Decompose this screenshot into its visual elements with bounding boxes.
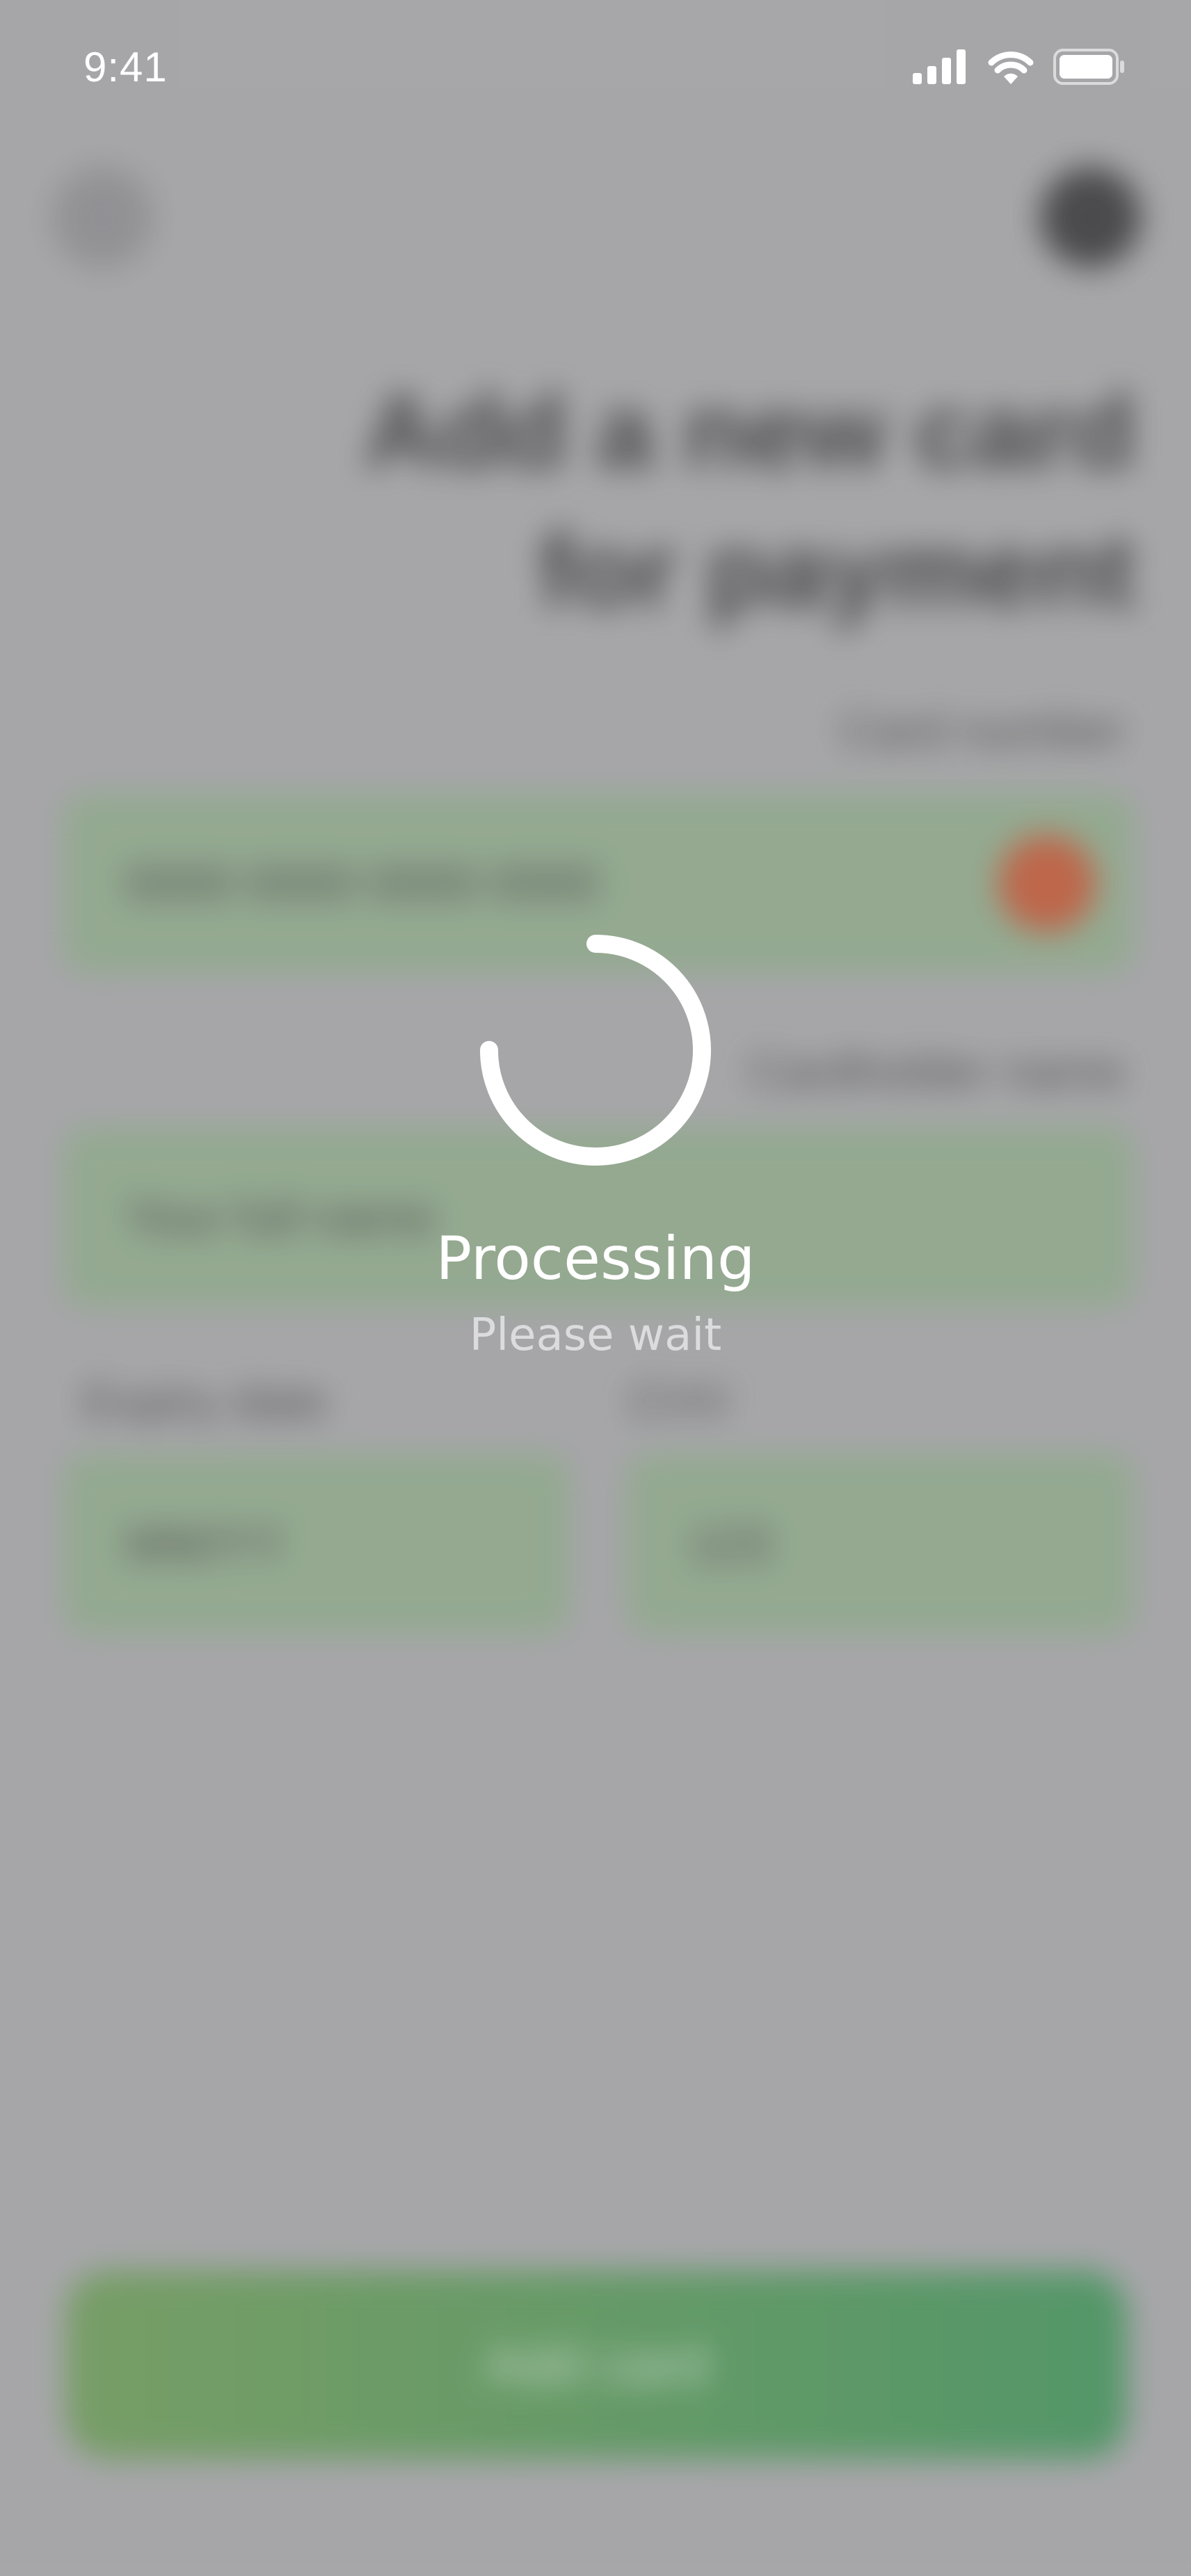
processing-subtitle: Please wait xyxy=(469,1310,722,1361)
processing-title: Processing xyxy=(435,1224,756,1294)
wifi-icon xyxy=(988,51,1034,84)
battery-icon xyxy=(1053,49,1124,85)
status-time: 9:41 xyxy=(83,44,168,90)
processing-indicator: Processing Please wait xyxy=(0,932,1191,1363)
cellular-signal-icon xyxy=(913,49,966,84)
status-icons xyxy=(913,49,1126,85)
status-bar: 9:41 xyxy=(0,0,1191,139)
spinner-icon xyxy=(480,935,711,1166)
screen: 9:41 Add a new card for payment Card num… xyxy=(0,0,1191,2576)
